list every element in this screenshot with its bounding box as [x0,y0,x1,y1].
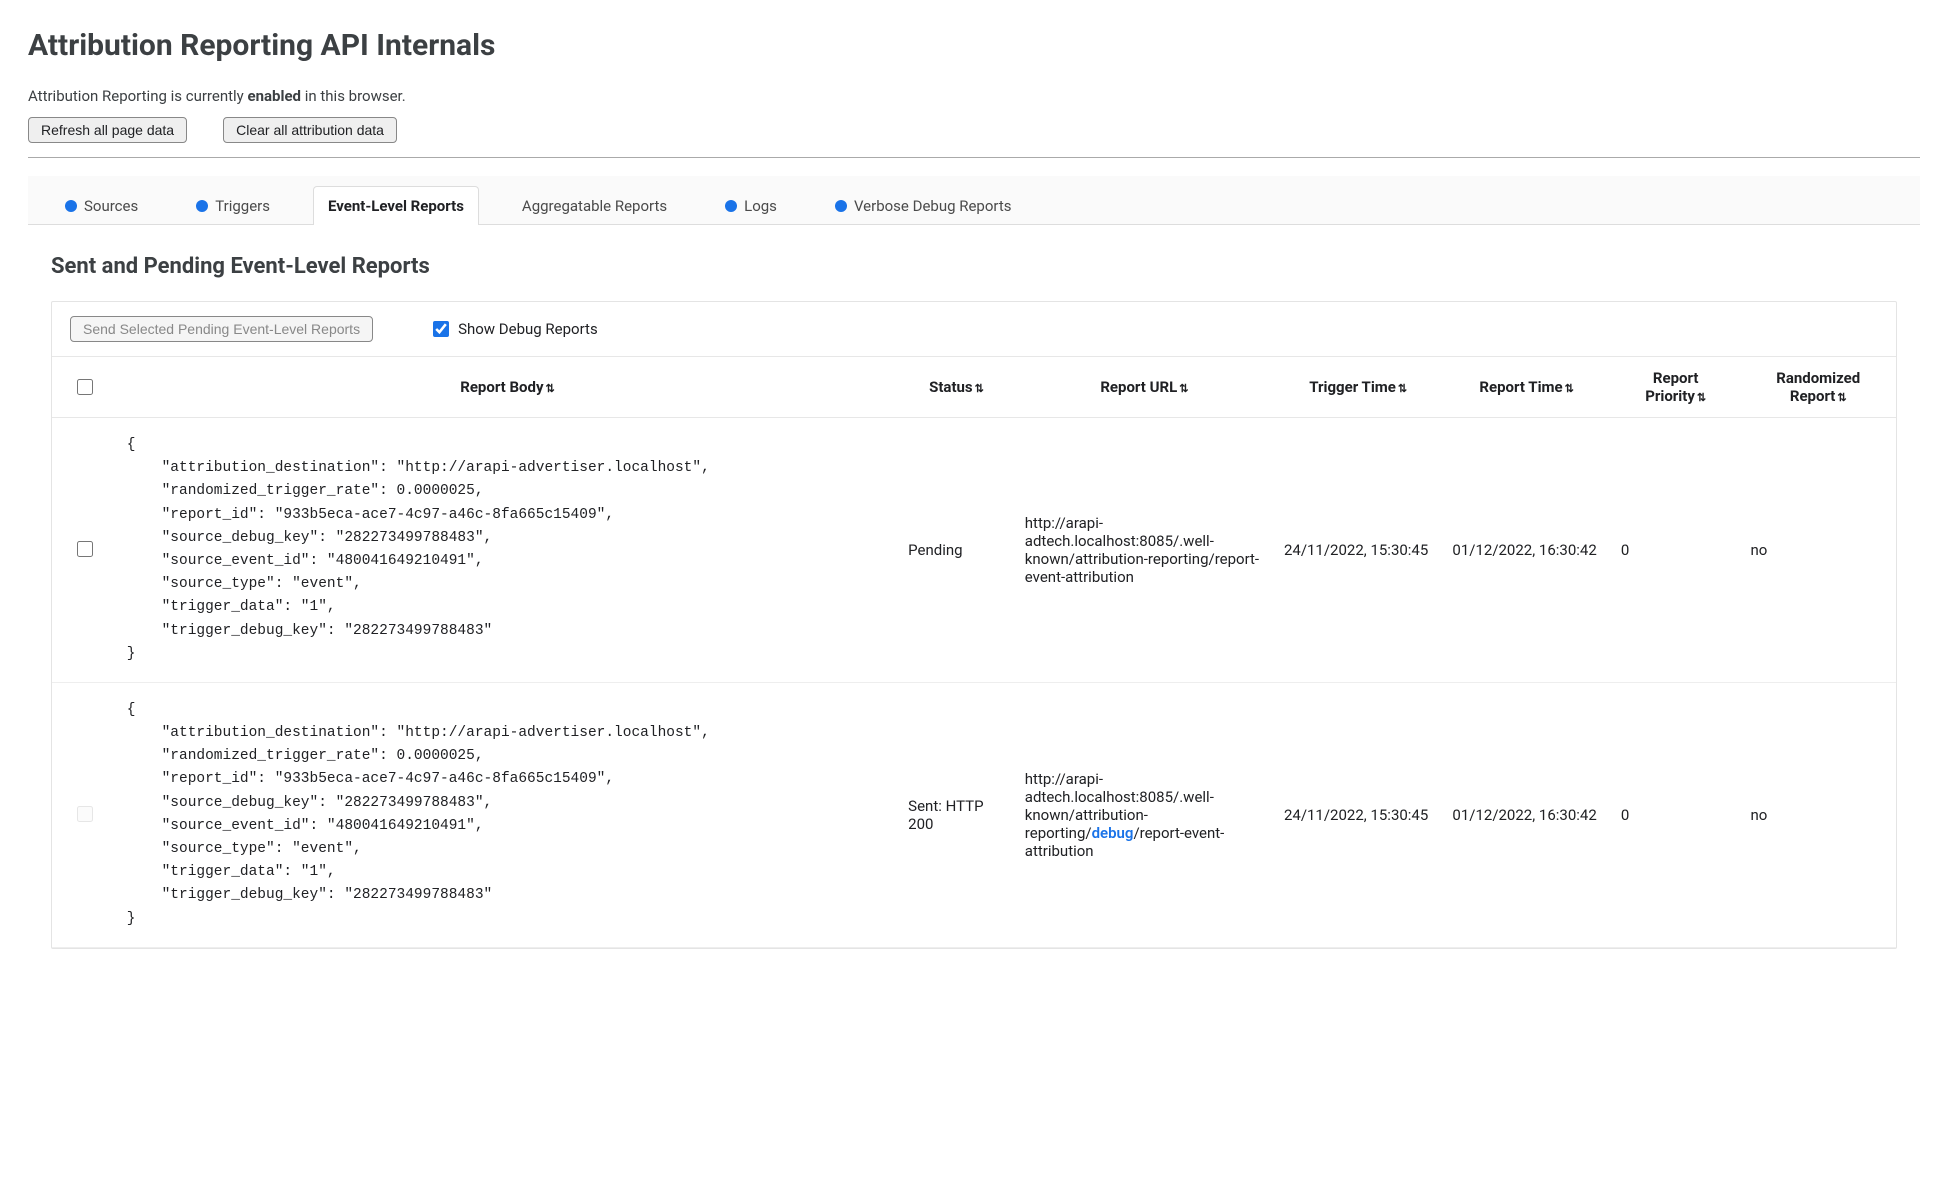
cell-priority: 0 [1611,418,1741,683]
sort-icon: ⇅ [1837,391,1846,404]
tab-triggers[interactable]: Triggers [181,186,285,225]
tab-dot-icon [65,200,77,212]
show-debug-label[interactable]: Show Debug Reports [429,318,598,340]
cell-report-body: { "attribution_destination": "http://ara… [117,418,898,683]
cell-trigger-time: 24/11/2022, 15:30:45 [1274,418,1442,683]
row-select-cell [52,418,117,683]
page-title: Attribution Reporting API Internals [28,28,1920,63]
sort-icon: ⇅ [1697,391,1706,404]
cell-report-time: 01/12/2022, 16:30:42 [1442,682,1610,947]
sort-icon: ⇅ [546,382,555,395]
panel-heading: Sent and Pending Event-Level Reports [51,254,1897,279]
tab-panel: Sent and Pending Event-Level Reports Sen… [28,225,1920,980]
tab-label: Sources [84,197,138,215]
header-status[interactable]: Status⇅ [898,357,1015,418]
tab-label: Logs [744,197,777,215]
cell-randomized: no [1740,418,1896,683]
report-body-json: { "attribution_destination": "http://ara… [127,699,888,931]
tab-label: Aggregatable Reports [522,197,667,215]
tab-event-level-reports[interactable]: Event-Level Reports [313,186,479,225]
cell-trigger-time: 24/11/2022, 15:30:45 [1274,682,1442,947]
header-status-text: Status [929,378,973,396]
status-line: Attribution Reporting is currently enabl… [28,87,1920,105]
select-all-checkbox[interactable] [77,379,93,395]
sort-icon: ⇅ [975,382,984,395]
reports-table-wrap: Send Selected Pending Event-Level Report… [51,301,1897,949]
table-row: { "attribution_destination": "http://ara… [52,418,1896,683]
row-select-checkbox [77,806,93,822]
report-body-json: { "attribution_destination": "http://ara… [127,434,888,666]
status-suffix: in this browser. [301,87,406,105]
header-randomized-text: Randomized Report [1776,369,1860,405]
tab-aggregatable-reports[interactable]: Aggregatable Reports [507,186,682,225]
tab-label: Event-Level Reports [328,197,464,215]
send-selected-button[interactable]: Send Selected Pending Event-Level Report… [70,316,373,342]
tab-dot-icon [725,200,737,212]
header-body-text: Report Body [460,378,543,396]
tab-label: Triggers [215,197,270,215]
table-header-row: Report Body⇅ Status⇅ Report URL⇅ Trigger… [52,357,1896,418]
content-panel: Sources Triggers Event-Level Reports Aggreg… [28,176,1920,980]
tab-sources[interactable]: Sources [50,186,153,225]
url-highlight: debug [1092,824,1134,842]
header-trigger-time[interactable]: Trigger Time⇅ [1274,357,1442,418]
refresh-button[interactable]: Refresh all page data [28,117,187,143]
tab-bar: Sources Triggers Event-Level Reports Aggreg… [28,176,1920,225]
cell-status: Sent: HTTP 200 [898,682,1015,947]
show-debug-checkbox[interactable] [433,321,449,337]
sort-icon: ⇅ [1565,382,1574,395]
clear-button[interactable]: Clear all attribution data [223,117,397,143]
cell-status: Pending [898,418,1015,683]
divider [28,157,1920,158]
tab-verbose-debug-reports[interactable]: Verbose Debug Reports [820,186,1027,225]
tab-label: Verbose Debug Reports [854,197,1012,215]
status-prefix: Attribution Reporting is currently [28,87,248,105]
header-report-time[interactable]: Report Time⇅ [1442,357,1610,418]
row-select-checkbox[interactable] [77,541,93,557]
cell-report-time: 01/12/2022, 16:30:42 [1442,418,1610,683]
tab-logs[interactable]: Logs [710,186,792,225]
cell-priority: 0 [1611,682,1741,947]
show-debug-text: Show Debug Reports [458,320,598,338]
header-priority[interactable]: Report Priority⇅ [1611,357,1741,418]
cell-report-url: http://arapi-adtech.localhost:8085/.well… [1015,682,1274,947]
cell-report-url: http://arapi-adtech.localhost:8085/.well… [1015,418,1274,683]
header-report-body[interactable]: Report Body⇅ [117,357,898,418]
status-value: enabled [248,87,302,105]
header-priority-text: Report Priority [1645,369,1698,405]
table-toolbar: Send Selected Pending Event-Level Report… [52,302,1896,357]
cell-report-body: { "attribution_destination": "http://ara… [117,682,898,947]
reports-table: Report Body⇅ Status⇅ Report URL⇅ Trigger… [52,357,1896,948]
header-randomized[interactable]: Randomized Report⇅ [1740,357,1896,418]
header-report-text: Report Time [1479,378,1562,396]
header-report-url[interactable]: Report URL⇅ [1015,357,1274,418]
header-select-all [52,357,117,418]
tab-dot-icon [835,200,847,212]
sort-icon: ⇅ [1398,382,1407,395]
row-select-cell [52,682,117,947]
table-row: { "attribution_destination": "http://ara… [52,682,1896,947]
header-url-text: Report URL [1100,378,1177,396]
tab-dot-icon [196,200,208,212]
header-trigger-text: Trigger Time [1309,378,1396,396]
sort-icon: ⇅ [1179,382,1188,395]
cell-randomized: no [1740,682,1896,947]
